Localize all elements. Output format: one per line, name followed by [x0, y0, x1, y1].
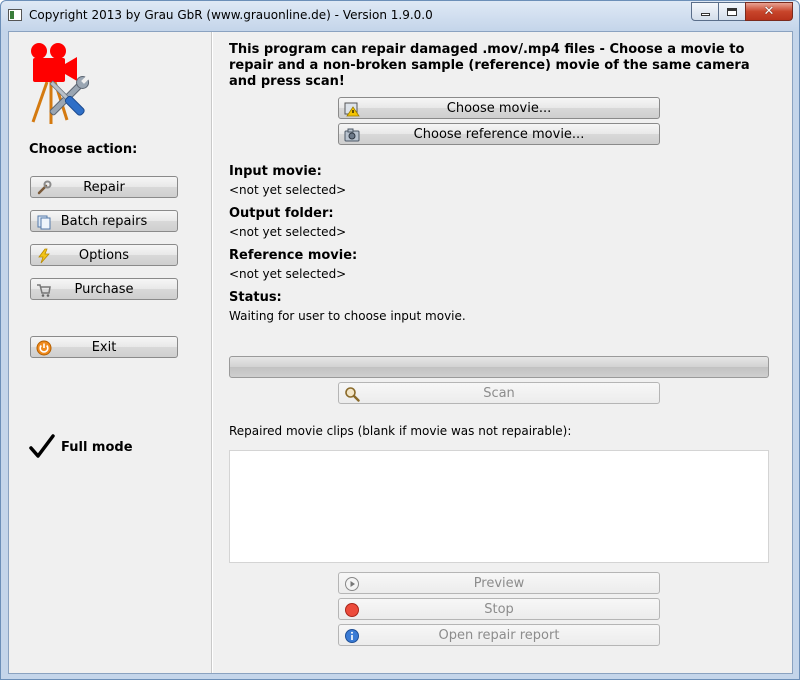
reference-movie-label: Reference movie:	[229, 248, 358, 263]
window-title: Copyright 2013 by Grau GbR (www.grauonli…	[29, 8, 433, 22]
preview-button[interactable]: Preview	[338, 572, 660, 594]
title-bar[interactable]: Copyright 2013 by Grau GbR (www.grauonli…	[1, 1, 799, 31]
repair-button[interactable]: Repair	[30, 176, 178, 198]
close-button[interactable]: ✕	[745, 2, 793, 21]
output-folder-value: <not yet selected>	[229, 225, 347, 239]
choose-action-heading: Choose action:	[29, 142, 138, 157]
purchase-button-label: Purchase	[74, 281, 134, 297]
documents-icon	[37, 215, 51, 230]
batch-repairs-button-label: Batch repairs	[60, 213, 148, 229]
repaired-clips-list[interactable]	[229, 450, 769, 563]
purchase-button[interactable]: Purchase	[30, 278, 178, 300]
minimize-icon	[700, 13, 710, 16]
maximize-button[interactable]	[718, 2, 746, 21]
minimize-button[interactable]	[691, 2, 719, 21]
camera-icon	[344, 128, 360, 142]
progress-bar	[229, 356, 769, 378]
open-repair-report-button[interactable]: Open repair report	[338, 624, 660, 646]
scan-button-label: Scan	[483, 385, 515, 401]
shopping-cart-icon	[37, 284, 51, 297]
exit-button-label: Exit	[91, 339, 117, 355]
choose-movie-button-label: Choose movie...	[446, 100, 552, 116]
magnifier-icon	[345, 387, 360, 402]
panel-divider-highlight	[212, 32, 213, 673]
repair-button-label: Repair	[83, 179, 125, 195]
wrench-icon	[37, 180, 52, 195]
input-movie-label: Input movie:	[229, 164, 322, 179]
preview-button-label: Preview	[473, 575, 525, 591]
instructions-text: This program can repair damaged .mov/.mp…	[229, 42, 750, 89]
full-mode-label: Full mode	[61, 439, 133, 455]
client-area: Choose action: Repair Batch repairs Opti…	[8, 31, 793, 674]
batch-repairs-button[interactable]: Batch repairs	[30, 210, 178, 232]
options-button-label: Options	[78, 247, 130, 263]
stop-button-label: Stop	[484, 601, 514, 617]
scan-button[interactable]: Scan	[338, 382, 660, 404]
choose-movie-button[interactable]: Choose movie...	[338, 97, 660, 119]
maximize-icon	[727, 7, 737, 16]
stop-button[interactable]: Stop	[338, 598, 660, 620]
app-window: Copyright 2013 by Grau GbR (www.grauonli…	[0, 0, 800, 680]
output-folder-label: Output folder:	[229, 206, 334, 221]
reference-movie-value: <not yet selected>	[229, 267, 347, 281]
input-movie-value: <not yet selected>	[229, 183, 347, 197]
app-icon[interactable]	[8, 9, 22, 21]
exit-button[interactable]: Exit	[30, 336, 178, 358]
checkmark-icon	[29, 434, 55, 458]
stop-icon	[345, 603, 359, 617]
status-label: Status:	[229, 290, 282, 305]
full-mode-indicator: Full mode	[29, 434, 133, 460]
info-icon	[345, 629, 359, 643]
movie-camera-logo-icon	[31, 43, 90, 124]
close-icon: ✕	[763, 4, 775, 19]
play-icon	[345, 577, 359, 591]
choose-reference-movie-button-label: Choose reference movie...	[413, 126, 585, 142]
power-icon	[36, 340, 52, 356]
status-value: Waiting for user to choose input movie.	[229, 309, 466, 323]
choose-reference-movie-button[interactable]: Choose reference movie...	[338, 123, 660, 145]
lightning-icon	[38, 248, 50, 264]
options-button[interactable]: Options	[30, 244, 178, 266]
open-repair-report-button-label: Open repair report	[438, 627, 560, 643]
repaired-clips-label: Repaired movie clips (blank if movie was…	[229, 424, 572, 438]
movie-warning-icon	[344, 102, 360, 117]
